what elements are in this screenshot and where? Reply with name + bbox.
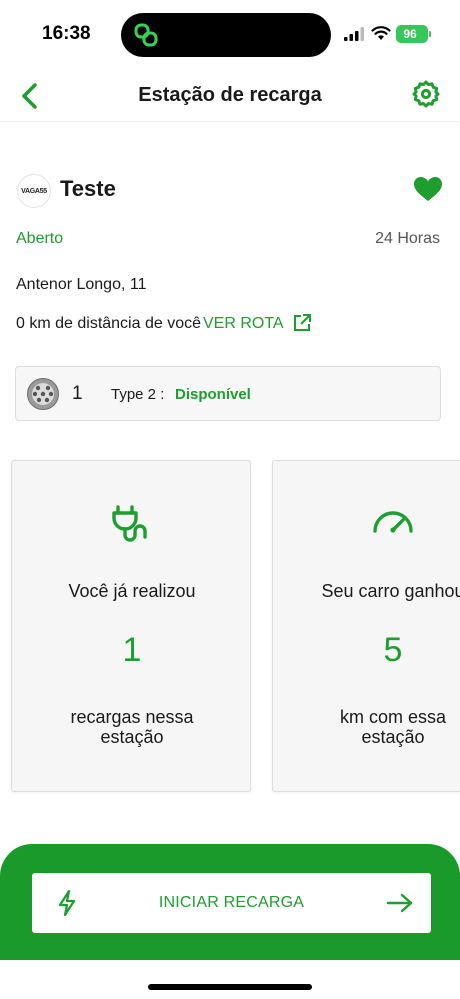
stat-label: Seu carro ganhou xyxy=(321,581,460,601)
app-link-icon xyxy=(134,23,158,47)
start-charging-button[interactable]: INICIAR RECARGA xyxy=(32,873,431,933)
heart-icon[interactable] xyxy=(413,176,443,202)
settings-button[interactable] xyxy=(408,76,444,112)
opening-hours: 24 Horas xyxy=(375,230,440,247)
status-bar: 16:38 96 xyxy=(0,0,460,70)
wifi-icon xyxy=(371,26,391,40)
signal-icon xyxy=(344,27,364,41)
stat-caption: recargas nessa estação xyxy=(12,707,250,747)
distance-text: 0 km de distância de você xyxy=(16,315,201,332)
page-title: Estação de recarga xyxy=(138,84,322,106)
stat-caption-line: estação xyxy=(361,727,425,747)
dynamic-island xyxy=(121,13,331,57)
bottom-action-panel: INICIAR RECARGA xyxy=(0,844,460,960)
status-time: 16:38 xyxy=(42,23,91,44)
stat-card-km: Seu carro ganhou 5 km com essa estação xyxy=(272,460,460,792)
stat-caption-line: recargas nessa xyxy=(70,707,194,727)
arrow-right-icon xyxy=(386,893,413,913)
view-route-link[interactable]: VER ROTA xyxy=(203,315,284,333)
connector-status: Disponível xyxy=(175,386,251,403)
open-status: Aberto xyxy=(16,230,64,247)
home-indicator[interactable] xyxy=(148,984,312,990)
stat-caption-line: estação xyxy=(100,727,164,747)
stat-caption: km com essa estação xyxy=(273,707,460,747)
gear-icon xyxy=(412,80,440,108)
home-bar-area xyxy=(0,960,460,999)
connector-row[interactable]: 1 Type 2 : Disponível xyxy=(15,366,441,421)
stat-label: Você já realizou xyxy=(68,581,196,601)
top-app-bar: Estação de recarga xyxy=(0,70,460,122)
type2-connector-icon xyxy=(27,378,59,410)
stat-caption-line: km com essa xyxy=(339,707,447,727)
station-address: Antenor Longo, 11 xyxy=(16,276,147,293)
start-charging-label: INICIAR RECARGA xyxy=(158,894,305,911)
stat-value: 5 xyxy=(383,631,403,669)
speedometer-icon xyxy=(373,511,413,533)
connector-count: 1 xyxy=(72,383,83,404)
stat-card-charges: Você já realizou 1 recargas nessa estaçã… xyxy=(11,460,251,792)
battery-indicator: 96 xyxy=(396,25,431,43)
stat-value: 1 xyxy=(122,631,142,669)
station-logo: VAGA55 xyxy=(17,174,51,208)
external-link-icon[interactable] xyxy=(292,313,312,333)
plug-icon xyxy=(112,505,147,542)
station-name: Teste xyxy=(60,176,116,201)
connector-type: Type 2 : xyxy=(111,386,165,403)
